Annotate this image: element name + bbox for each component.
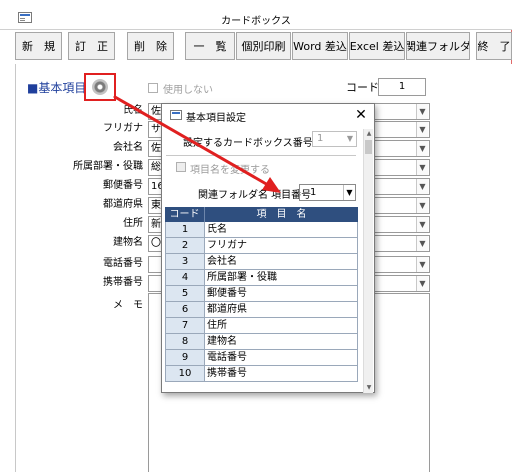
delete-button[interactable]: 削 除 bbox=[127, 32, 174, 60]
title-bar: カードボックス bbox=[0, 0, 512, 30]
chevron-down-icon[interactable]: ▼ bbox=[416, 122, 428, 137]
field-value-company: 佐 bbox=[151, 143, 161, 154]
chevron-down-icon[interactable]: ▼ bbox=[416, 104, 428, 119]
field-value-name: 佐 bbox=[151, 106, 161, 117]
window-title: カードボックス bbox=[221, 16, 291, 27]
chevron-down-icon[interactable]: ▼ bbox=[416, 160, 428, 175]
dialog-title: 基本項目設定 bbox=[186, 113, 246, 124]
code-field[interactable]: 1 bbox=[378, 78, 426, 96]
chevron-down-icon[interactable]: ▼ bbox=[416, 217, 428, 232]
table-row[interactable]: 7 住所 bbox=[165, 318, 358, 334]
row-code: 4 bbox=[165, 270, 205, 286]
table-row[interactable]: 6 都道府県 bbox=[165, 302, 358, 318]
new-button[interactable]: 新 規 bbox=[15, 32, 62, 60]
field-value-furigana: サ bbox=[151, 124, 161, 135]
exit-button[interactable]: 終 了 bbox=[476, 32, 512, 60]
chevron-down-icon[interactable]: ▼ bbox=[416, 198, 428, 213]
cardbox-number-select[interactable]: 1 ▼ bbox=[312, 131, 357, 147]
scroll-thumb[interactable] bbox=[365, 140, 372, 154]
edit-button[interactable]: 訂 正 bbox=[68, 32, 115, 60]
folder-item-value: 1 bbox=[310, 187, 317, 198]
field-label-mobile: 携帯番号 bbox=[103, 277, 143, 288]
dialog-divider bbox=[166, 155, 356, 156]
row-code: 8 bbox=[165, 334, 205, 350]
row-name[interactable]: 建物名 bbox=[205, 334, 358, 350]
table-row[interactable]: 8 建物名 bbox=[165, 334, 358, 350]
field-label-furigana: フリガナ bbox=[103, 123, 143, 134]
row-name[interactable]: 住所 bbox=[205, 318, 358, 334]
scroll-up-icon[interactable]: ▲ bbox=[364, 129, 374, 139]
table-row[interactable]: 10 携帯番号 bbox=[165, 366, 358, 382]
chevron-down-icon[interactable]: ▼ bbox=[416, 276, 428, 291]
chevron-down-icon: ▼ bbox=[343, 185, 355, 200]
disable-checkbox[interactable] bbox=[148, 83, 158, 93]
row-name[interactable]: 会社名 bbox=[205, 254, 358, 270]
cardbox-number-label: 設定するカードボックス番号 bbox=[183, 138, 313, 149]
field-label-department: 所属部署・役職 bbox=[73, 161, 143, 172]
field-label-phone: 電話番号 bbox=[103, 258, 143, 269]
table-row[interactable]: 4 所属部署・役職 bbox=[165, 270, 358, 286]
dialog-app-icon bbox=[170, 110, 182, 120]
table-row[interactable]: 2 フリガナ bbox=[165, 238, 358, 254]
chevron-down-icon[interactable]: ▼ bbox=[416, 179, 428, 194]
gear-icon[interactable] bbox=[92, 79, 108, 95]
field-label-address: 住所 bbox=[123, 218, 143, 229]
row-name[interactable]: 都道府県 bbox=[205, 302, 358, 318]
field-label-name: 氏名 bbox=[123, 105, 143, 116]
section-label: ■基本項目 bbox=[27, 81, 87, 95]
dialog-scrollbar[interactable]: ▲ ▼ bbox=[363, 129, 373, 393]
scroll-down-icon[interactable]: ▼ bbox=[364, 383, 374, 393]
row-code: 10 bbox=[165, 366, 205, 382]
dialog-title-bar: 基本項目設定 ✕ bbox=[162, 104, 374, 126]
folder-item-select[interactable]: 1 ▼ bbox=[299, 184, 356, 201]
table-header-code: コード bbox=[165, 207, 205, 222]
rename-checkbox[interactable] bbox=[176, 162, 186, 172]
row-code: 9 bbox=[165, 350, 205, 366]
close-icon[interactable]: ✕ bbox=[352, 106, 370, 124]
row-name[interactable]: 氏名 bbox=[205, 222, 358, 238]
table-row[interactable]: 3 会社名 bbox=[165, 254, 358, 270]
disable-checkbox-label: 使用しない bbox=[163, 85, 213, 96]
row-code: 6 bbox=[165, 302, 205, 318]
field-value-address: 新 bbox=[151, 219, 161, 230]
memo-label: メ モ bbox=[113, 300, 143, 311]
word-merge-button[interactable]: Word 差込 bbox=[292, 32, 348, 60]
code-label: コード bbox=[346, 81, 379, 94]
field-label-prefecture: 都道府県 bbox=[103, 199, 143, 210]
cardbox-number-value: 1 bbox=[317, 133, 324, 144]
table-row[interactable]: 9 電話番号 bbox=[165, 350, 358, 366]
chevron-down-icon: ▼ bbox=[346, 134, 354, 143]
table-row[interactable]: 5 郵便番号 bbox=[165, 286, 358, 302]
row-code: 5 bbox=[165, 286, 205, 302]
row-name[interactable]: 電話番号 bbox=[205, 350, 358, 366]
table-header-name: 項 目 名 bbox=[205, 207, 358, 222]
field-label-building: 建物名 bbox=[113, 237, 143, 248]
chevron-down-icon[interactable]: ▼ bbox=[416, 236, 428, 251]
row-name[interactable]: フリガナ bbox=[205, 238, 358, 254]
folder-item-label: 関連フォルダ名 項目番号 bbox=[198, 190, 312, 201]
row-code: 3 bbox=[165, 254, 205, 270]
table-row[interactable]: 1 氏名 bbox=[165, 222, 358, 238]
rename-checkbox-label: 項目名を変更する bbox=[190, 165, 270, 176]
row-name[interactable]: 郵便番号 bbox=[205, 286, 358, 302]
row-code: 2 bbox=[165, 238, 205, 254]
row-code: 7 bbox=[165, 318, 205, 334]
toolbar: 新 規 訂 正 削 除 一 覧 個別印刷 Word 差込 Excel 差込 関連… bbox=[15, 32, 512, 62]
print-individual-button[interactable]: 個別印刷 bbox=[236, 32, 291, 60]
excel-merge-button[interactable]: Excel 差込 bbox=[349, 32, 405, 60]
related-folder-button[interactable]: 関連フォルダ bbox=[406, 32, 470, 60]
chevron-down-icon[interactable]: ▼ bbox=[416, 257, 428, 272]
row-name[interactable]: 所属部署・役職 bbox=[205, 270, 358, 286]
field-value-department: 総 bbox=[151, 162, 161, 173]
chevron-down-icon[interactable]: ▼ bbox=[416, 141, 428, 156]
memo-divider bbox=[429, 293, 430, 472]
field-value-prefecture: 東 bbox=[151, 200, 161, 211]
row-name[interactable]: 携帯番号 bbox=[205, 366, 358, 382]
list-button[interactable]: 一 覧 bbox=[185, 32, 235, 60]
row-code: 1 bbox=[165, 222, 205, 238]
basic-item-settings-dialog: 基本項目設定 ✕ 設定するカードボックス番号 1 ▼ 項目名を変更する 関連フォ… bbox=[161, 103, 375, 393]
field-label-postal: 郵便番号 bbox=[103, 180, 143, 191]
field-label-company: 会社名 bbox=[113, 142, 143, 153]
